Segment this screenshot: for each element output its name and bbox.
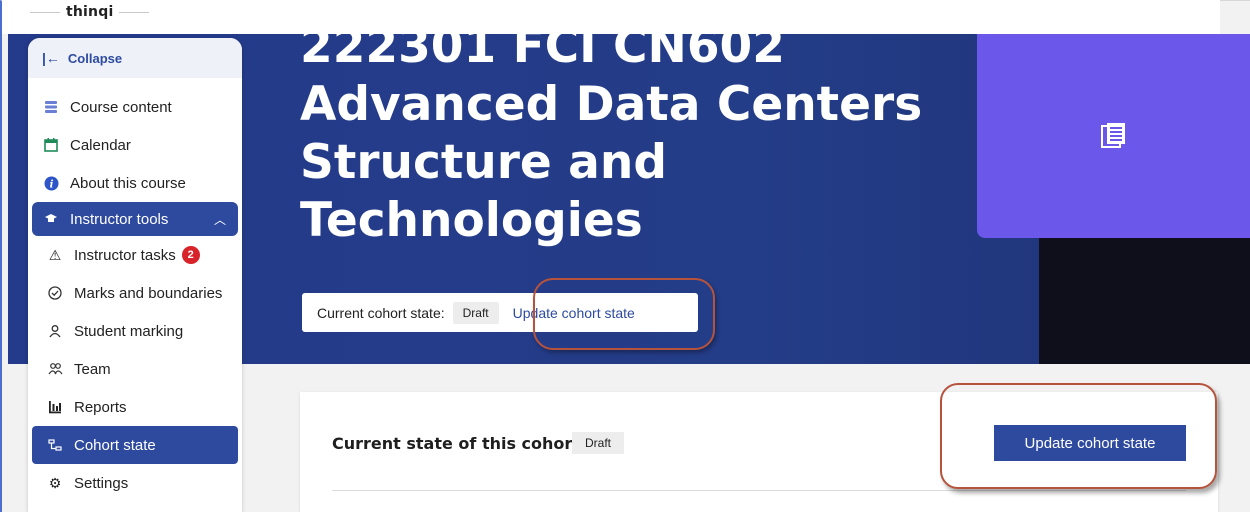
annotation-highlight-link [533,278,715,350]
logo-text: thinqi [66,4,114,20]
sidebar-item-course-content[interactable]: Course content [28,88,242,126]
sidebar-item-label: Course content [70,98,172,116]
sidebar-item-label: Instructor tasks [74,246,176,264]
sidebar-item-team[interactable]: Team [28,350,242,388]
sidebar-nav: Course content Calendar i About this cou… [28,88,242,502]
sidebar-item-label: Student marking [74,322,184,340]
cohort-state-label: Current cohort state: [317,304,445,321]
sidebar-item-instructor-tasks[interactable]: ⚠ Instructor tasks 2 [28,236,242,274]
svg-text:i: i [49,179,53,190]
sidebar-item-label: Calendar [70,136,131,154]
sidebar: |← Collapse Course content Calendar i Ab… [28,38,242,512]
notification-badge: 2 [181,246,200,264]
sidebar-item-cohort-state[interactable]: Cohort state [32,426,238,464]
sidebar-item-label: Settings [74,474,129,492]
sidebar-item-settings[interactable]: ⚙ Settings [28,464,242,502]
sidebar-item-label: Marks and boundaries [74,284,223,302]
cohort-state-icon [44,436,66,454]
sidebar-item-student-marking[interactable]: Student marking [28,312,242,350]
sidebar-item-label: Reports [74,398,127,416]
course-document-icon [1100,123,1125,148]
stack-icon [40,98,62,116]
sidebar-item-calendar[interactable]: Calendar [28,126,242,164]
collapse-button[interactable]: |← Collapse [28,38,242,78]
calendar-icon [40,136,62,154]
card-divider [332,490,1186,491]
top-bar: thinqi [2,0,1220,34]
sidebar-item-instructor-tools[interactable]: Instructor tools ︿ [32,202,238,236]
sidebar-item-label: Instructor tools [70,210,169,228]
warning-icon: ⚠ [48,246,62,263]
logo[interactable]: thinqi [30,2,150,22]
sidebar-item-label: Team [74,360,111,378]
collapse-label: Collapse [67,50,123,66]
course-title: 222301 FCI CN602 Advanced Data Centers S… [300,34,923,248]
logo-line-right [119,11,150,13]
info-icon: i [40,174,62,192]
cohort-state-badge: Draft [452,301,499,324]
sidebar-item-label: About this course [70,174,186,192]
sidebar-item-label: Cohort state [74,436,156,454]
team-icon [44,360,66,378]
user-icon [44,322,66,340]
gear-icon: ⚙ [48,474,62,491]
current-state-label: Current state of this cohort: [332,434,587,453]
annotation-highlight-button [940,383,1217,489]
current-state-badge: Draft [572,432,625,454]
sidebar-item-reports[interactable]: Reports [28,388,242,426]
bar-chart-icon [44,398,66,416]
check-circle-icon [44,284,66,302]
logo-line-left [30,11,60,13]
sidebar-item-marks[interactable]: Marks and boundaries [28,274,242,312]
collapse-arrow-icon: |← [42,50,60,66]
course-image-tile [977,34,1250,238]
chevron-up-icon: ︿ [213,212,226,227]
sidebar-item-about[interactable]: i About this course [28,164,242,202]
graduation-cap-icon [40,210,62,228]
